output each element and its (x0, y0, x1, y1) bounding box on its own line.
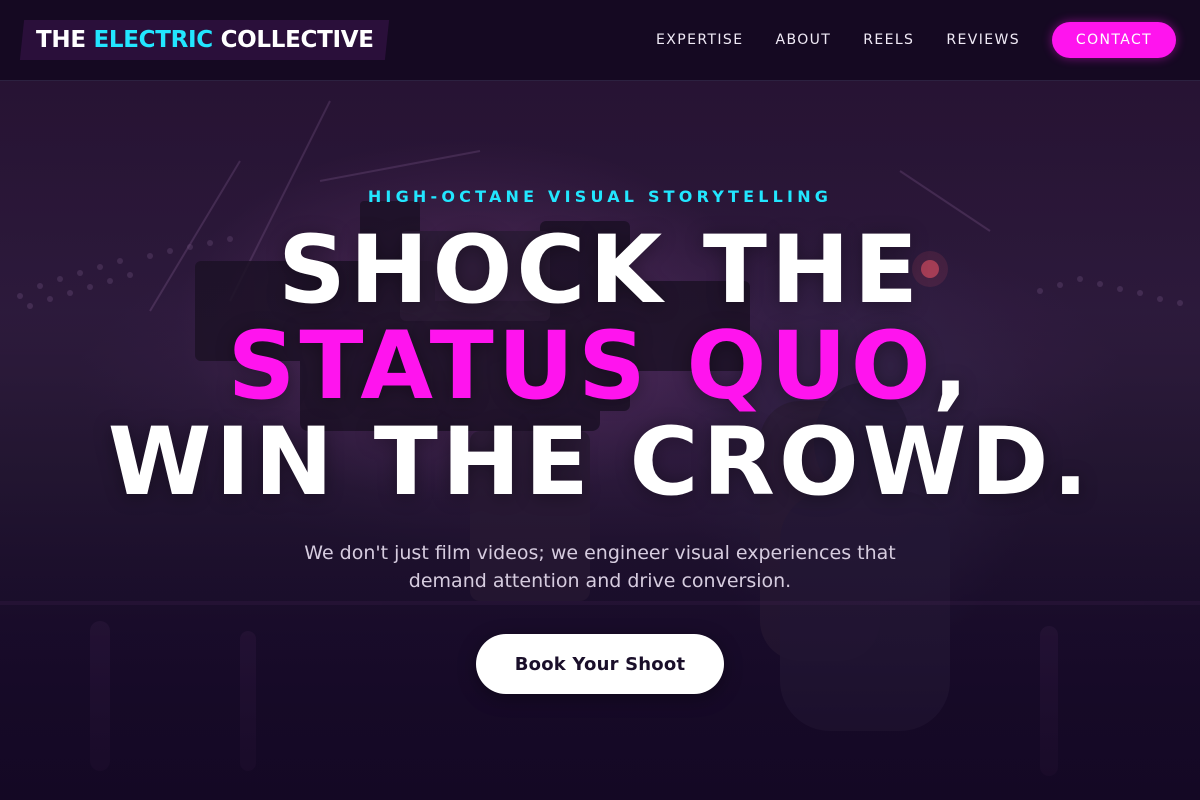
headline-line-3: WIN THE CROWD. (107, 408, 1093, 517)
hero-section: HIGH-OCTANE VISUAL STORYTELLING SHOCK TH… (0, 81, 1200, 800)
logo-text-part1: THE (36, 27, 94, 53)
brand-logo[interactable]: THE ELECTRIC COLLECTIVE (19, 20, 389, 60)
brand-logo-text: THE ELECTRIC COLLECTIVE (36, 27, 374, 53)
nav-links: EXPERTISE ABOUT REELS REVIEWS CONTACT (656, 22, 1176, 58)
headline-highlight: STATUS QUO (227, 312, 933, 421)
headline-line-2-suffix: , (932, 312, 973, 421)
hero-headline: SHOCK THE STATUS QUO, WIN THE CROWD. (0, 223, 1200, 511)
logo-text-accent: ELECTRIC (93, 27, 213, 53)
logo-text-part2: COLLECTIVE (212, 27, 374, 53)
page: THE ELECTRIC COLLECTIVE EXPERTISE ABOUT … (0, 0, 1200, 800)
nav-link-about[interactable]: ABOUT (775, 32, 831, 48)
headline-line-2: STATUS QUO, (0, 319, 1200, 415)
contact-button[interactable]: CONTACT (1052, 22, 1176, 58)
headline-line-1: SHOCK THE (278, 216, 922, 325)
book-your-shoot-button[interactable]: Book Your Shoot (476, 634, 724, 694)
hero-tagline: HIGH-OCTANE VISUAL STORYTELLING (367, 187, 833, 206)
hero-subtext: We don't just film videos; we engineer v… (304, 542, 896, 592)
nav-link-reels[interactable]: REELS (863, 32, 914, 48)
nav-link-expertise[interactable]: EXPERTISE (656, 32, 743, 48)
nav-link-reviews[interactable]: REVIEWS (946, 32, 1020, 48)
top-navigation-bar: THE ELECTRIC COLLECTIVE EXPERTISE ABOUT … (0, 0, 1200, 81)
